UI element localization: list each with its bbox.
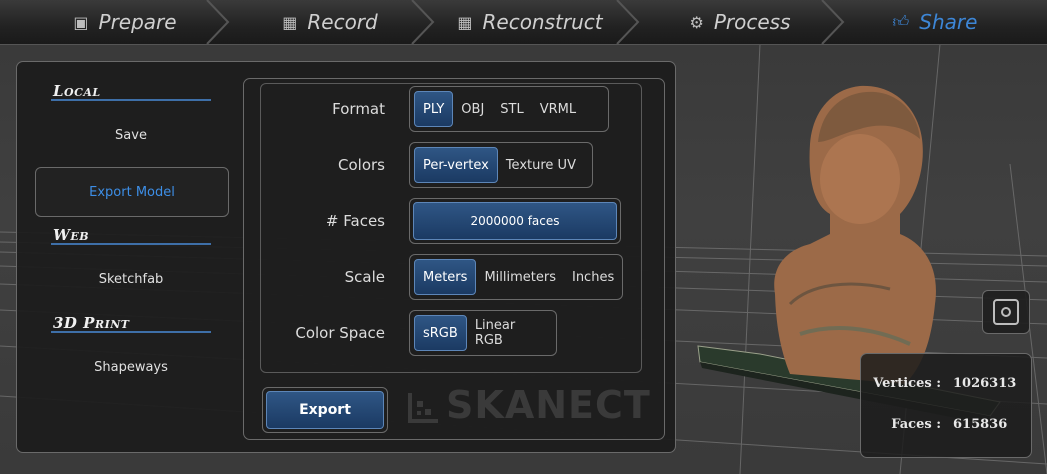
scale-selector: Meters Millimeters Inches — [409, 254, 623, 300]
colors-option-per-vertex[interactable]: Per-vertex — [414, 147, 498, 183]
skanect-logo: SKANECT — [408, 383, 651, 427]
sidebar-item-sketchfab[interactable]: Sketchfab — [35, 255, 227, 303]
film-icon: ▦ — [457, 12, 473, 32]
section-divider — [51, 331, 211, 333]
tab-process[interactable]: ⚙ Process — [660, 0, 820, 44]
scale-label: Scale — [344, 268, 385, 286]
sidebar-item-export-model[interactable]: Export Model — [35, 167, 229, 217]
skanect-logo-icon — [408, 388, 442, 423]
share-panel: Local Save Export Model Web Sketchfab 3D… — [16, 61, 676, 453]
tab-process-label: Process — [713, 10, 791, 34]
format-option-ply[interactable]: PLY — [414, 91, 454, 127]
colors-selector: Per-vertex Texture UV — [409, 142, 593, 188]
scale-option-millimeters[interactable]: Millimeters — [476, 259, 564, 295]
colors-option-texture-uv[interactable]: Texture UV — [498, 147, 584, 183]
workflow-nav-bar: ▣ Prepare ▦ Record ▦ Reconstruct ⚙ Proce… — [0, 0, 1047, 45]
faces-label: # Faces — [325, 212, 385, 230]
section-title-local: Local — [53, 82, 101, 100]
thumbs-up-icon: 👍︎ — [892, 12, 910, 31]
format-selector: PLY OBJ STL VRML — [409, 86, 609, 132]
vertices-stat: Vertices : 1026313 — [861, 376, 1031, 391]
tab-reconstruct-label: Reconstruct — [482, 10, 603, 34]
camera-icon — [993, 299, 1019, 325]
section-title-web: Web — [53, 226, 90, 244]
mesh-stats-box: Vertices : 1026313 Faces : 615836 — [860, 353, 1032, 458]
color-space-label: Color Space — [295, 324, 385, 342]
colors-label: Colors — [338, 156, 385, 174]
color-space-selector: sRGB Linear RGB — [409, 310, 557, 356]
format-option-vrml[interactable]: VRML — [532, 91, 584, 127]
tab-share-label: Share — [919, 10, 978, 34]
faces-count-field[interactable]: 2000000 faces — [409, 198, 621, 244]
section-divider — [51, 243, 211, 245]
tab-prepare-label: Prepare — [98, 10, 177, 34]
vertices-value: 1026313 — [953, 376, 1017, 391]
sidebar-item-save[interactable]: Save — [35, 111, 227, 159]
tab-reconstruct[interactable]: ▦ Reconstruct — [440, 0, 620, 44]
skanect-logo-text: SKANECT — [446, 383, 651, 427]
tab-record[interactable]: ▦ Record — [250, 0, 410, 44]
faces-stat-label: Faces : — [891, 417, 941, 432]
faces-count-value: 2000000 faces — [413, 202, 617, 240]
export-options-box: Format PLY OBJ STL VRML Colors Per-verte… — [243, 78, 665, 440]
prepare-icon: ▣ — [73, 12, 89, 32]
format-option-obj[interactable]: OBJ — [453, 91, 492, 127]
tab-record-label: Record — [307, 10, 378, 34]
export-options-list: Format PLY OBJ STL VRML Colors Per-verte… — [260, 83, 642, 373]
gears-icon: ⚙ — [689, 12, 704, 32]
color-space-option-srgb[interactable]: sRGB — [414, 315, 467, 351]
color-space-option-linear-rgb[interactable]: Linear RGB — [467, 315, 552, 351]
faces-stat: Faces : 615836 — [861, 417, 1031, 432]
format-label: Format — [332, 100, 385, 118]
tab-share[interactable]: 👍︎ Share — [860, 0, 1010, 44]
statue-bust — [774, 85, 936, 384]
snapshot-button[interactable] — [982, 290, 1030, 334]
format-option-stl[interactable]: STL — [492, 91, 531, 127]
scale-option-meters[interactable]: Meters — [414, 259, 477, 295]
section-divider — [51, 99, 211, 101]
export-button[interactable]: Export — [262, 387, 388, 433]
tab-prepare[interactable]: ▣ Prepare — [40, 0, 210, 44]
export-button-label: Export — [266, 391, 384, 429]
section-title-3d-print: 3D Print — [53, 314, 130, 332]
faces-stat-value: 615836 — [953, 417, 1008, 432]
film-icon: ▦ — [282, 12, 298, 32]
sidebar-item-shapeways[interactable]: Shapeways — [35, 343, 227, 391]
vertices-label: Vertices : — [873, 376, 941, 391]
scale-option-inches[interactable]: Inches — [564, 259, 622, 295]
